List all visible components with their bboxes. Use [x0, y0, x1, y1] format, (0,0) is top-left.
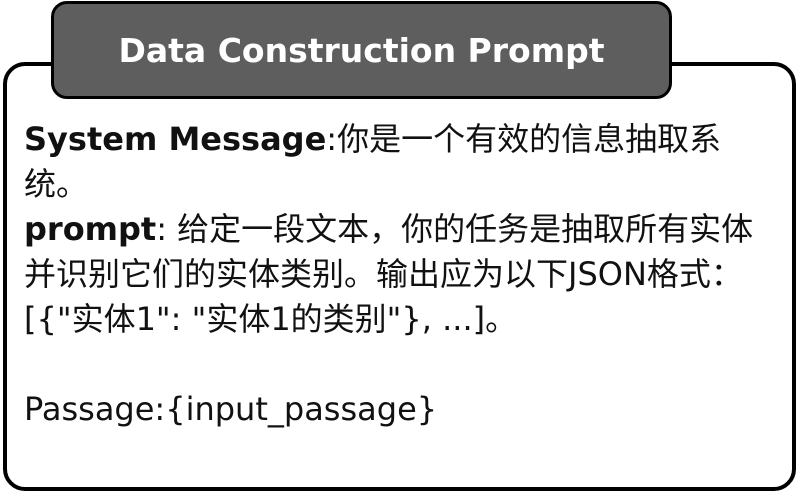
- prompt-content: System Message:你是一个有效的信息抽取系统。 prompt: 给定…: [24, 117, 774, 432]
- prompt-paragraph: prompt: 给定一段文本，你的任务是抽取所有实体并识别它们的实体类别。输出应…: [24, 207, 774, 342]
- card-title: Data Construction Prompt: [118, 30, 605, 70]
- passage-line: Passage:{input_passage}: [24, 390, 438, 428]
- prompt-label: prompt: [24, 210, 157, 248]
- system-message-paragraph: System Message:你是一个有效的信息抽取系统。: [24, 117, 774, 207]
- system-message-label: System Message: [24, 120, 327, 158]
- title-tab: Data Construction Prompt: [51, 1, 672, 99]
